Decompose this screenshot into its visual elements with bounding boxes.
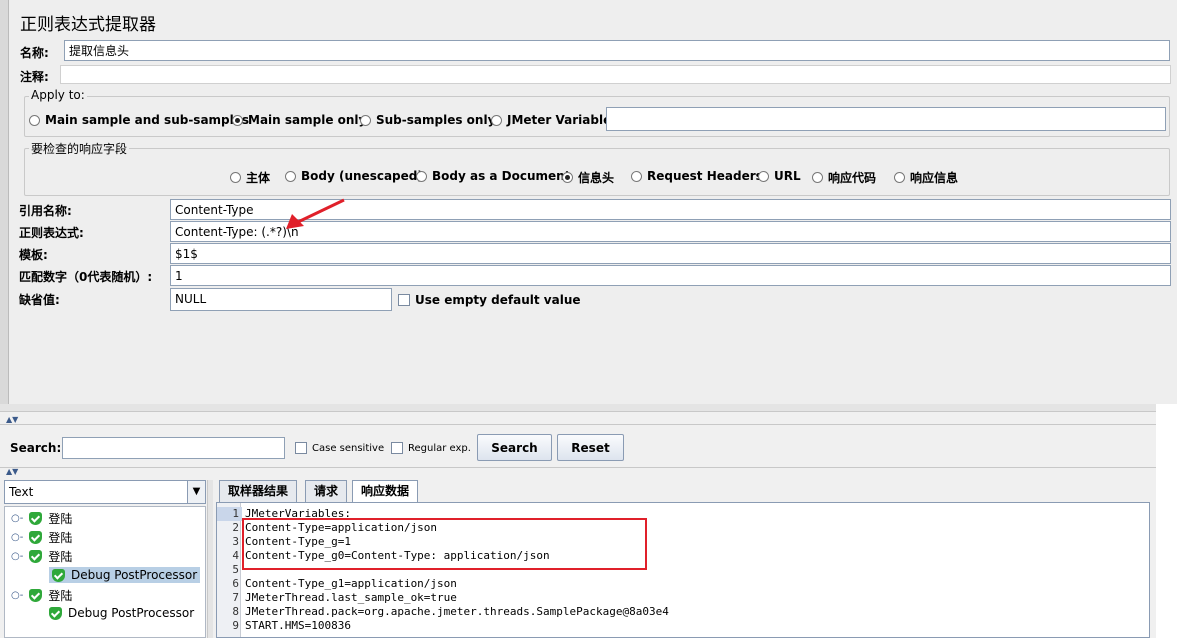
success-icon: [29, 550, 43, 563]
comment-field[interactable]: [60, 65, 1171, 84]
comment-label: 注释:: [20, 70, 49, 84]
chevron-down-icon[interactable]: ▼: [187, 481, 205, 503]
name-field[interactable]: 提取信息头: [64, 40, 1170, 61]
splitter-bar[interactable]: [0, 404, 1160, 412]
field-response-code-radio[interactable]: 响应代码: [812, 169, 876, 186]
collapse-arrows-icon[interactable]: ▲▼: [6, 415, 18, 424]
tab-request[interactable]: 请求: [305, 480, 348, 502]
line-number: 8: [232, 605, 239, 618]
line-number: 2: [232, 521, 239, 534]
regular-exp-checkbox[interactable]: Regular exp.: [391, 442, 471, 454]
success-icon: [29, 531, 43, 544]
code-line: Content-Type_g1=application/json: [245, 577, 457, 590]
template-input[interactable]: $1$: [170, 243, 1171, 264]
line-number: 7: [232, 591, 239, 604]
field-request-headers-radio[interactable]: Request Headers: [631, 169, 763, 183]
line-number: 9: [232, 619, 239, 632]
line-number: 4: [232, 549, 239, 562]
vertical-splitter[interactable]: [207, 480, 213, 638]
tree-item[interactable]: ○- 登陆: [11, 548, 72, 565]
collapse-arrows-icon-2[interactable]: ▲▼: [6, 467, 18, 476]
annotation-arrow-icon: [286, 198, 345, 229]
regex-label: 正则表达式:: [19, 226, 84, 240]
renderer-select[interactable]: Text ▼: [4, 480, 206, 504]
search-input[interactable]: [62, 437, 285, 459]
tree-item-selected[interactable]: Debug PostProcessor: [49, 567, 201, 583]
template-label: 模板:: [19, 248, 48, 262]
search-button[interactable]: Search: [477, 434, 552, 461]
field-to-check-title: 要检查的响应字段: [29, 140, 130, 157]
match-no-label: 匹配数字（0代表随机）:: [19, 270, 153, 284]
success-icon: [29, 512, 43, 525]
apply-main-and-sub-radio[interactable]: Main sample and sub-samples: [29, 113, 249, 127]
success-icon: [52, 568, 65, 582]
code-line: JMeterThread.pack=org.apache.jmeter.thre…: [245, 605, 669, 618]
tree-item[interactable]: ○- 登陆: [11, 587, 72, 604]
search-label: Search:: [10, 441, 62, 455]
field-url-radio[interactable]: URL: [758, 169, 801, 183]
tree-item[interactable]: ○- 登陆: [11, 529, 72, 546]
line-number: 6: [232, 577, 239, 590]
right-margin: [1156, 404, 1177, 638]
success-icon: [49, 606, 62, 620]
match-no-input[interactable]: 1: [170, 265, 1171, 286]
results-tree: ○- 登陆 ○- 登陆 ○- 登陆 Debug PostProcessor ○- 登陆 …: [4, 506, 206, 638]
default-value-label: 缺省值:: [19, 293, 60, 307]
use-empty-default-checkbox[interactable]: Use empty default value: [398, 293, 581, 307]
reset-button[interactable]: Reset: [557, 434, 624, 461]
view-results-tree: ▲▼ Search: Case sensitive Regular exp. S…: [0, 404, 1177, 638]
apply-sub-only-radio[interactable]: Sub-samples only: [360, 113, 495, 127]
apply-main-only-radio[interactable]: Main sample only: [232, 113, 366, 127]
success-icon: [29, 589, 43, 602]
jmeter-variable-input[interactable]: [606, 107, 1166, 131]
code-line: START.HMS=100836: [245, 619, 351, 632]
field-response-message-radio[interactable]: 响应信息: [894, 169, 958, 186]
field-body-radio[interactable]: 主体: [230, 169, 270, 186]
regex-extractor-panel: 正则表达式提取器 名称: 提取信息头 注释: Apply to: Main sa…: [0, 0, 1177, 404]
tab-response-data[interactable]: 响应数据: [352, 480, 419, 502]
tree-item[interactable]: ○- 登陆: [11, 510, 72, 527]
case-sensitive-checkbox[interactable]: Case sensitive: [295, 442, 384, 454]
line-number: 5: [232, 563, 239, 576]
apply-jmeter-variable-radio[interactable]: JMeter Variable: [491, 113, 611, 127]
field-body-unescaped-radio[interactable]: Body (unescaped): [285, 169, 423, 183]
annotation-highlight-box: [242, 518, 647, 570]
panel-title: 正则表达式提取器: [20, 15, 156, 35]
ref-name-label: 引用名称:: [19, 204, 72, 218]
response-data-area[interactable]: 1 JMeterVariables: 2 Content-Type=applic…: [216, 502, 1150, 638]
line-number: 3: [232, 535, 239, 548]
code-line: JMeterThread.last_sample_ok=true: [245, 591, 457, 604]
line-number: 1: [232, 507, 239, 520]
field-headers-radio[interactable]: 信息头: [562, 169, 614, 186]
default-value-input[interactable]: NULL: [170, 288, 392, 311]
tab-sampler-result[interactable]: 取样器结果: [219, 480, 298, 502]
tree-item[interactable]: Debug PostProcessor: [49, 606, 194, 620]
apply-to-title: Apply to:: [29, 88, 87, 102]
name-label: 名称:: [20, 46, 49, 60]
field-body-as-document-radio[interactable]: Body as a Document: [416, 169, 570, 183]
